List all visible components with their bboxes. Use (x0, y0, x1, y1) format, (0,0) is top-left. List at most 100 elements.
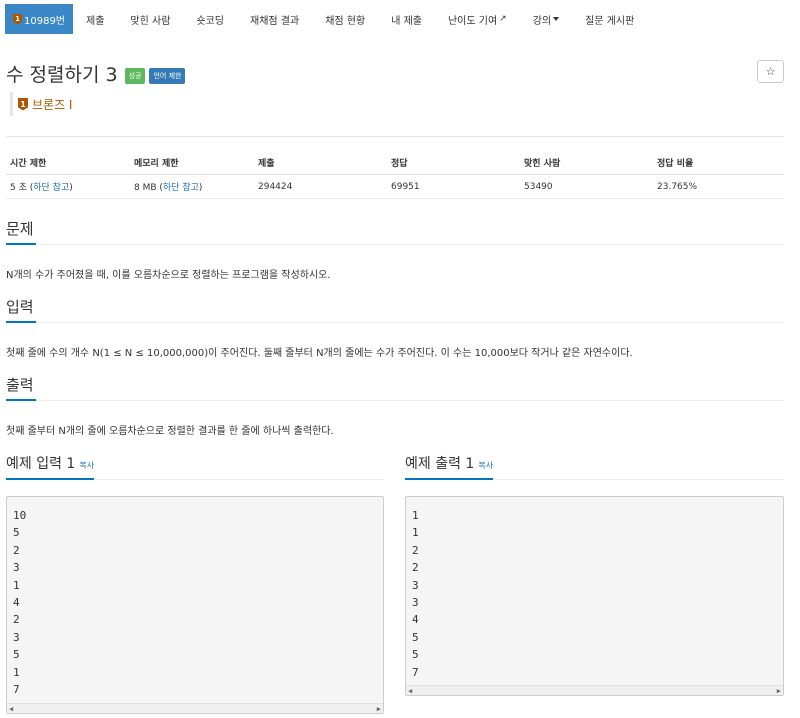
sample-line: 3 (13, 561, 20, 575)
nav-my-submissions-label: 내 제출 (391, 15, 422, 27)
sample-line: 1 (13, 665, 20, 679)
sample-input-heading: 예제 입력 1 복사 (6, 455, 95, 480)
header-ratio: 정답 비율 (657, 158, 694, 169)
problem-title: 수 정렬하기 3 (6, 64, 118, 86)
sample-input-lines: 10 5 2 3 1 4 2 3 5 1 7 (13, 507, 377, 698)
header-solvers: 맞힌 사람 (524, 158, 561, 169)
sample-line: 7 (13, 682, 20, 696)
sample-line: 2 (13, 543, 20, 557)
horizontal-scrollbar[interactable]: ◀ ▶ (406, 685, 783, 695)
sample-input-title: 예제 입력 1 (6, 456, 76, 472)
submissions-value: 294424 (258, 181, 293, 192)
time-limit-value: 5 초 (10, 183, 27, 193)
sample-input-box[interactable]: 10 5 2 3 1 4 2 3 5 1 7 ◀ ▶ (6, 496, 384, 714)
caret-down-icon (553, 17, 560, 21)
scroll-left-icon[interactable]: ◀ (408, 687, 412, 695)
header-accepted: 정답 (391, 158, 408, 169)
nav-rejudge-results-label: 재채점 결과 (250, 15, 300, 27)
header-submissions: 제출 (258, 158, 275, 169)
sample-line: 3 (412, 595, 419, 609)
problem-menu: 1 10989번 제출 맞힌 사람 숏코딩 재채점 결과 채점 현황 내 제출 … (5, 4, 795, 34)
input-section-header: 입력 (6, 298, 784, 323)
star-icon: ☆ (765, 65, 776, 78)
nav-my-submissions[interactable]: 내 제출 (378, 4, 435, 34)
problem-title-row: 수 정렬하기 3 성공 언어 제한 (6, 60, 186, 87)
sample-output-heading: 예제 출력 1 복사 (405, 455, 494, 480)
sample-line: 2 (412, 561, 419, 575)
sample-output-box[interactable]: 1 1 2 2 3 3 4 5 5 7 ◀ ▶ (405, 496, 784, 696)
sample-line: 1 (412, 509, 419, 522)
nav-lectures-label: 강의 (532, 15, 552, 27)
input-description: 첫째 줄에 수의 개수 N(1 ≤ N ≤ 10,000,000)이 주어진다.… (6, 348, 633, 359)
sample-line: 2 (13, 613, 20, 627)
nav-solvers-label: 맞힌 사람 (130, 15, 171, 27)
horizontal-scrollbar[interactable]: ◀ ▶ (7, 703, 383, 713)
memory-limit-cell: 8 MB (하단 참고) (134, 183, 203, 193)
nav-difficulty-contribution[interactable]: 난이도 기여 ↗ (435, 4, 520, 34)
scroll-right-icon[interactable]: ▶ (377, 705, 381, 713)
memory-limit-note-link[interactable]: 하단 참고 (163, 183, 199, 193)
scroll-right-icon[interactable]: ▶ (777, 687, 781, 695)
nav-judge-status-label: 채점 현황 (325, 15, 366, 27)
time-limit-cell: 5 초 (하단 참고) (10, 183, 73, 193)
problem-tier: 1 브론즈 I (10, 92, 72, 116)
sample-line: 4 (412, 613, 419, 627)
problem-section-header: 문제 (6, 220, 784, 245)
divider (6, 136, 784, 137)
sample-output-lines: 1 1 2 2 3 3 4 5 5 7 (412, 507, 777, 681)
bronze-tier-icon: 1 (13, 13, 22, 25)
scroll-left-icon[interactable]: ◀ (9, 705, 13, 713)
nav-problem-number[interactable]: 1 10989번 (5, 4, 74, 34)
copy-sample-output-button[interactable]: 복사 (478, 461, 493, 470)
sample-line: 2 (412, 543, 419, 557)
language-restriction-label: 언어 제한 (149, 67, 186, 84)
accepted-value: 69951 (391, 181, 420, 192)
input-heading: 입력 (6, 298, 36, 323)
sample-line: 7 (412, 665, 419, 679)
nav-judge-status[interactable]: 채점 현황 (312, 4, 378, 34)
sample-input-header: 예제 입력 1 복사 (6, 455, 384, 480)
output-section-header: 출력 (6, 376, 784, 401)
table-header-row: 시간 제한 메모리 제한 제출 정답 맞힌 사람 정답 비율 (6, 150, 784, 175)
time-limit-note-link[interactable]: 하단 참고 (33, 183, 69, 193)
nav-question-board-label: 질문 게시판 (585, 15, 635, 27)
nav-short-coding[interactable]: 숏코딩 (183, 4, 237, 34)
external-link-icon: ↗ (499, 14, 507, 24)
nav-solvers[interactable]: 맞힌 사람 (117, 4, 183, 34)
favorite-star-button[interactable]: ☆ (757, 60, 784, 83)
nav-problem-number-label: 10989번 (24, 15, 66, 27)
header-memory-limit: 메모리 제한 (134, 158, 179, 169)
sample-line: 3 (412, 578, 419, 592)
nav-question-board[interactable]: 질문 게시판 (572, 4, 647, 34)
nav-lectures-dropdown[interactable]: 강의 (520, 4, 572, 34)
success-label: 성공 (124, 67, 146, 84)
sample-line: 5 (412, 630, 419, 644)
nav-short-coding-label: 숏코딩 (196, 15, 225, 27)
header-time-limit: 시간 제한 (10, 158, 47, 169)
output-description: 첫째 줄부터 N개의 줄에 오름차순으로 정렬한 결과를 한 줄에 하나씩 출력… (6, 426, 334, 437)
sample-line: 5 (13, 648, 20, 662)
ratio-value: 23.765% (657, 181, 698, 192)
tier-label: 브론즈 I (32, 97, 73, 112)
copy-sample-input-button[interactable]: 복사 (79, 461, 94, 470)
problem-info-table: 시간 제한 메모리 제한 제출 정답 맞힌 사람 정답 비율 5 초 (하단 참… (6, 150, 784, 199)
nav-submit[interactable]: 제출 (73, 4, 117, 34)
nav-submit-label: 제출 (86, 15, 105, 27)
solvers-value: 53490 (524, 181, 553, 192)
problem-description: N개의 수가 주어졌을 때, 이를 오름차순으로 정렬하는 프로그램을 작성하시… (6, 270, 331, 281)
sample-output-header: 예제 출력 1 복사 (405, 455, 784, 480)
sample-line: 4 (13, 595, 20, 609)
sample-line: 5 (412, 648, 419, 662)
nav-rejudge-results[interactable]: 재채점 결과 (237, 4, 312, 34)
sample-line: 1 (412, 526, 419, 540)
table-row: 5 초 (하단 참고) 8 MB (하단 참고) 294424 69951 53… (6, 175, 784, 199)
nav-difficulty-label: 난이도 기여 (447, 15, 498, 27)
sample-output-title: 예제 출력 1 (405, 456, 475, 472)
memory-limit-value: 8 MB (134, 183, 157, 193)
sample-line: 10 (13, 509, 27, 522)
sample-line: 3 (13, 630, 20, 644)
output-heading: 출력 (6, 376, 36, 401)
problem-heading: 문제 (6, 220, 36, 245)
sample-line: 1 (13, 578, 20, 592)
sample-line: 5 (13, 526, 20, 540)
